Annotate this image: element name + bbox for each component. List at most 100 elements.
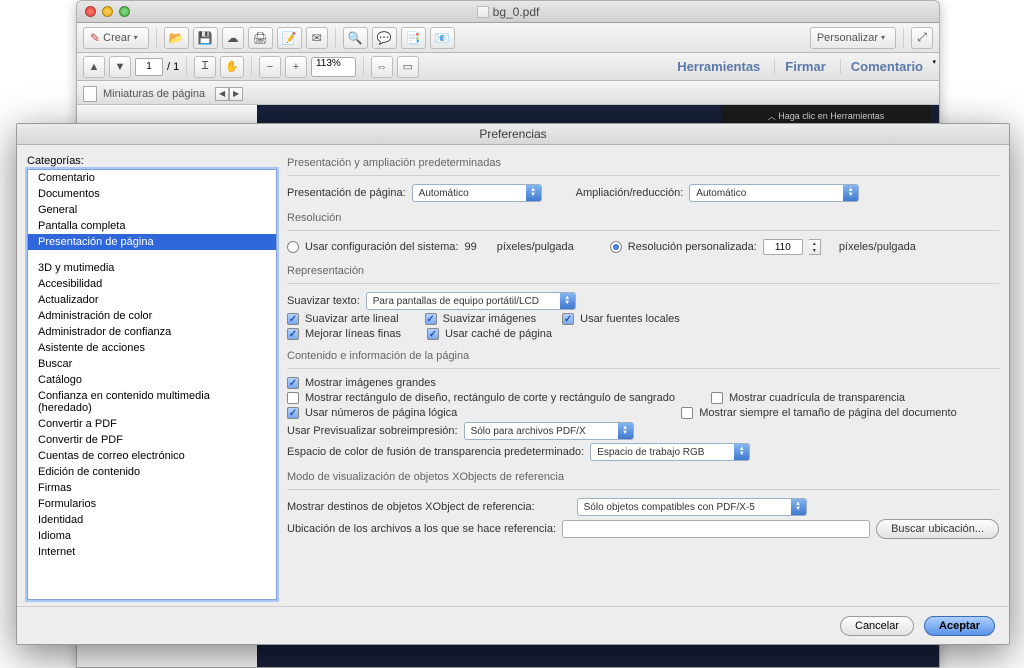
batch-button[interactable]: 📑 — [401, 27, 426, 49]
category-item[interactable]: Firmas — [28, 480, 276, 496]
category-item[interactable]: Idioma — [28, 528, 276, 544]
print-button[interactable]: 🖨 — [248, 27, 273, 49]
save-icon: 💾 — [198, 31, 213, 45]
referenced-files-input[interactable] — [562, 520, 870, 538]
stepper-arrows-icon: ▲▼ — [791, 499, 806, 515]
category-item[interactable]: Buscar — [28, 356, 276, 372]
xobject-targets-select[interactable]: Sólo objetos compatibles con PDF/X-5▲▼ — [577, 498, 807, 516]
category-item[interactable]: Documentos — [28, 186, 276, 202]
category-item[interactable]: Actualizador — [28, 292, 276, 308]
category-item[interactable]: Accesibilidad — [28, 276, 276, 292]
category-item[interactable]: Presentación de página — [28, 234, 276, 250]
zoom-in-button[interactable]: + — [285, 56, 307, 78]
fit-width-icon: ⇔ — [376, 61, 387, 73]
search-button[interactable]: 🔍 — [343, 27, 368, 49]
resolution-stepper[interactable]: ▲▼ — [809, 239, 821, 255]
separator — [335, 28, 336, 48]
page-up-button[interactable]: ▲ — [83, 56, 105, 78]
thumb-next-button[interactable]: ▶ — [229, 87, 243, 101]
separator — [156, 28, 157, 48]
browse-button[interactable]: Buscar ubicación... — [876, 519, 999, 539]
page-total: / 1 — [167, 61, 179, 73]
page-layout-select[interactable]: Automático▲▼ — [412, 184, 542, 202]
smooth-images-checkbox[interactable] — [425, 313, 437, 325]
category-item[interactable]: Identidad — [28, 512, 276, 528]
category-item[interactable]: Convertir a PDF — [28, 416, 276, 432]
category-item[interactable]: Internet — [28, 544, 276, 560]
chevron-up-icon: ▲ — [812, 241, 817, 247]
category-item[interactable]: Catálogo — [28, 372, 276, 388]
fit-width-button[interactable]: ⇔ — [371, 56, 393, 78]
edit-page-icon: 📝 — [282, 31, 297, 45]
overprint-preview-select[interactable]: Sólo para archivos PDF/X▲▼ — [464, 422, 634, 440]
magnification-select[interactable]: Automático▲▼ — [689, 184, 859, 202]
category-item[interactable]: Edición de contenido — [28, 464, 276, 480]
resolution-custom-input[interactable] — [763, 239, 803, 255]
fit-page-button[interactable]: ▭ — [397, 56, 419, 78]
cloud-button[interactable]: ☁ — [222, 27, 244, 49]
category-item[interactable]: Comentario — [28, 170, 276, 186]
window-title-text: bg_0.pdf — [493, 5, 540, 19]
arrow-up-icon: ▲ — [89, 61, 100, 73]
smooth-lineart-checkbox[interactable] — [287, 313, 299, 325]
group-content-header: Contenido e información de la página — [287, 348, 999, 366]
enhance-thin-lines-checkbox[interactable] — [287, 328, 299, 340]
cloud-icon: ☁ — [227, 31, 239, 45]
ok-button[interactable]: Aceptar — [924, 616, 995, 636]
large-images-checkbox[interactable] — [287, 377, 299, 389]
resolution-system-radio[interactable] — [287, 241, 299, 253]
comment-button[interactable]: 💬 — [372, 27, 397, 49]
category-item[interactable]: Pantalla completa — [28, 218, 276, 234]
document-plus-icon: ✎ — [90, 31, 100, 45]
show-boxes-checkbox[interactable] — [287, 392, 299, 404]
category-item[interactable]: 3D y mutimedia — [28, 260, 276, 276]
stepper-arrows-icon: ▲▼ — [843, 185, 858, 201]
page-down-button[interactable]: ▼ — [109, 56, 131, 78]
category-item[interactable]: Asistente de acciones — [28, 340, 276, 356]
select-tool-button[interactable]: Ꮖ — [194, 56, 216, 78]
category-item[interactable]: Administrador de confianza — [28, 324, 276, 340]
create-button[interactable]: ✎ Crear — [83, 27, 149, 49]
hand-tool-button[interactable]: ✋ — [220, 56, 244, 78]
page-number-input[interactable] — [135, 58, 163, 76]
transparency-grid-checkbox[interactable] — [711, 392, 723, 404]
preferences-content: Presentación y ampliación predeterminada… — [287, 155, 999, 600]
logical-page-numbers-checkbox[interactable] — [287, 407, 299, 419]
email-button[interactable]: ✉ — [306, 27, 328, 49]
blend-space-select[interactable]: Espacio de trabajo RGB▲▼ — [590, 443, 750, 461]
always-show-page-size-checkbox[interactable] — [681, 407, 693, 419]
edit-button[interactable]: 📝 — [277, 27, 302, 49]
sign-link[interactable]: Firmar — [774, 59, 835, 74]
page-cache-checkbox[interactable] — [427, 328, 439, 340]
fullscreen-button[interactable]: ⤢ — [911, 27, 933, 49]
thumb-prev-button[interactable]: ◀ — [215, 87, 229, 101]
thumbnails-label: Miniaturas de página — [103, 88, 205, 100]
separator — [903, 28, 904, 48]
chevron-up-icon: ︿ — [768, 111, 776, 122]
comment-link[interactable]: Comentario — [840, 59, 933, 74]
category-item[interactable]: Convertir de PDF — [28, 432, 276, 448]
categories-list[interactable]: ComentarioDocumentosGeneralPantalla comp… — [27, 169, 277, 600]
category-item[interactable]: General — [28, 202, 276, 218]
category-item[interactable]: Cuentas de correo electrónico — [28, 448, 276, 464]
cancel-button[interactable]: Cancelar — [840, 616, 914, 636]
tools-link[interactable]: Herramientas — [667, 59, 770, 74]
customize-button[interactable]: Personalizar — [810, 27, 896, 49]
search-icon: 🔍 — [348, 31, 363, 45]
hand-icon: ✋ — [225, 60, 239, 73]
zoom-select[interactable]: 113%▾ — [311, 57, 356, 77]
category-item[interactable]: Formularios — [28, 496, 276, 512]
save-button[interactable]: 💾 — [193, 27, 218, 49]
open-button[interactable]: 📂 — [164, 27, 189, 49]
smooth-text-select[interactable]: Para pantallas de equipo portátil/LCD▲▼ — [366, 292, 576, 310]
folder-open-icon: 📂 — [169, 31, 184, 45]
local-fonts-checkbox[interactable] — [562, 313, 574, 325]
toolbar-secondary: ▲ ▼ / 1 Ꮖ ✋ − + 113%▾ ⇔ ▭ Herramientas F… — [77, 53, 939, 81]
category-item[interactable]: Confianza en contenido multimedia (hered… — [28, 388, 276, 416]
arrow-down-icon: ▼ — [115, 61, 126, 73]
preferences-dialog: Preferencias Categorías: ComentarioDocum… — [16, 123, 1010, 645]
resolution-custom-radio[interactable] — [610, 241, 622, 253]
zoom-out-button[interactable]: − — [259, 56, 281, 78]
category-item[interactable]: Administración de color — [28, 308, 276, 324]
envelope-button[interactable]: 📧 — [430, 27, 455, 49]
